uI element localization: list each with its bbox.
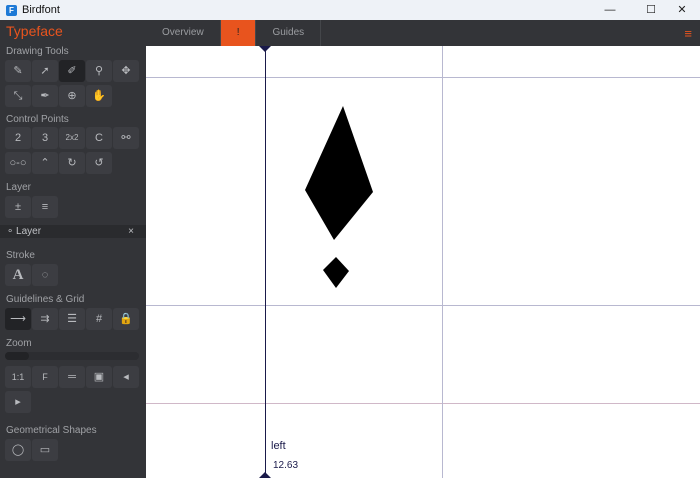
section-geometrical-shapes: Geometrical Shapes (6, 425, 97, 436)
show-guides-icon[interactable]: ⟶ (5, 308, 31, 330)
layer-list-icon[interactable]: ≡ (32, 196, 58, 218)
zoom-tool-icon[interactable]: ⚲ (86, 60, 112, 82)
move-tool-icon[interactable]: ✥ (113, 60, 139, 82)
section-stroke: Stroke (6, 250, 35, 261)
reverse-path-icon[interactable]: ↻ (59, 152, 85, 174)
typeface-title[interactable]: Typeface (6, 23, 63, 39)
tab-guides[interactable]: Guides (256, 20, 322, 46)
layer-visibility-icon[interactable]: ∘ (7, 226, 13, 237)
zoom-1-1-button[interactable]: 1:1 (5, 366, 31, 388)
layer-close-icon[interactable]: × (128, 225, 134, 238)
create-line-icon[interactable]: ⌃ (32, 152, 58, 174)
guide-handle-top-icon[interactable] (259, 46, 271, 52)
zoom-next-button[interactable]: ▸ (5, 391, 31, 413)
layer-label: Layer (16, 226, 42, 237)
menu-icon[interactable]: ≡ (684, 26, 692, 41)
section-guidelines: Guidelines & Grid (6, 294, 85, 305)
tab-bar: Overview ! Guides ≡ (146, 20, 700, 46)
cubic-points-icon[interactable]: 3 (32, 127, 58, 149)
circle-shape-icon[interactable]: ◯ (5, 439, 31, 461)
zoom-slider[interactable] (5, 352, 139, 360)
sidebar: Typeface Drawing Tools ✎ ➚ ✐ ⚲ ✥ ⤡ ✒ ⊕ ✋… (0, 20, 146, 478)
rectangle-shape-icon[interactable]: ▭ (32, 439, 58, 461)
help-lines-icon[interactable]: ⇉ (32, 308, 58, 330)
knife-tool-icon[interactable]: ✒ (32, 85, 58, 107)
pen-tool-icon[interactable]: ✎ (5, 60, 31, 82)
quadratic-points-icon[interactable]: 2 (5, 127, 31, 149)
glyph-canvas[interactable]: left 12.63 (146, 46, 700, 478)
section-layer: Layer (6, 182, 32, 193)
hand-tool-icon[interactable]: ✋ (86, 85, 112, 107)
window-title: Birdfont (22, 4, 60, 16)
zoom-baseline-icon[interactable]: ═ (59, 366, 85, 388)
guide-position-value: 12.63 (273, 460, 299, 471)
app-logo-icon: F (6, 4, 17, 16)
tie-handles-icon[interactable]: ⚯ (113, 127, 139, 149)
glyph-upper-diamond[interactable] (305, 106, 373, 240)
double-points-icon[interactable]: 2x2 (59, 127, 85, 149)
section-zoom: Zoom (6, 338, 32, 349)
tab-exclamation-glyph[interactable]: ! (220, 20, 257, 46)
minimize-button[interactable]: — (592, 0, 628, 20)
convert-points-icon[interactable]: C (86, 127, 112, 149)
pointer-tool-icon[interactable]: ➚ (32, 60, 58, 82)
section-drawing-tools: Drawing Tools (6, 46, 69, 57)
move-points-icon[interactable]: ⊕ (59, 85, 85, 107)
lock-icon[interactable]: 🔒 (113, 308, 139, 330)
title-bar: F Birdfont — ☐ ✕ (0, 0, 700, 20)
stroke-circle-icon[interactable]: ◌ (32, 264, 58, 286)
resize-tool-icon[interactable]: ⤡ (5, 85, 31, 107)
close-path-icon[interactable]: ↺ (86, 152, 112, 174)
zoom-previous-button[interactable]: ◂ (113, 366, 139, 388)
guide-name-label: left (271, 440, 286, 452)
section-control-points: Control Points (6, 114, 69, 125)
bezier-pen-tool-icon[interactable]: ✐ (59, 60, 85, 82)
stroke-letter-icon[interactable]: A (5, 264, 31, 286)
add-layer-icon[interactable]: ± (5, 196, 31, 218)
zoom-slider-fill (5, 352, 30, 360)
zoom-fit-button[interactable]: F (32, 366, 58, 388)
layer-item[interactable]: ∘ Layer × (0, 225, 146, 238)
glyph-dot-diamond[interactable] (323, 257, 349, 288)
close-button[interactable]: ✕ (664, 0, 700, 20)
tab-overview[interactable]: Overview (146, 20, 221, 46)
reflect-handles-icon[interactable]: ○-○ (5, 152, 31, 174)
grid-icon[interactable]: # (86, 308, 112, 330)
x-height-lines-icon[interactable]: ☰ (59, 308, 85, 330)
zoom-frame-icon[interactable]: ▣ (86, 366, 112, 388)
guide-handle-bottom-icon[interactable] (259, 472, 271, 478)
glyph-outline (259, 46, 373, 478)
